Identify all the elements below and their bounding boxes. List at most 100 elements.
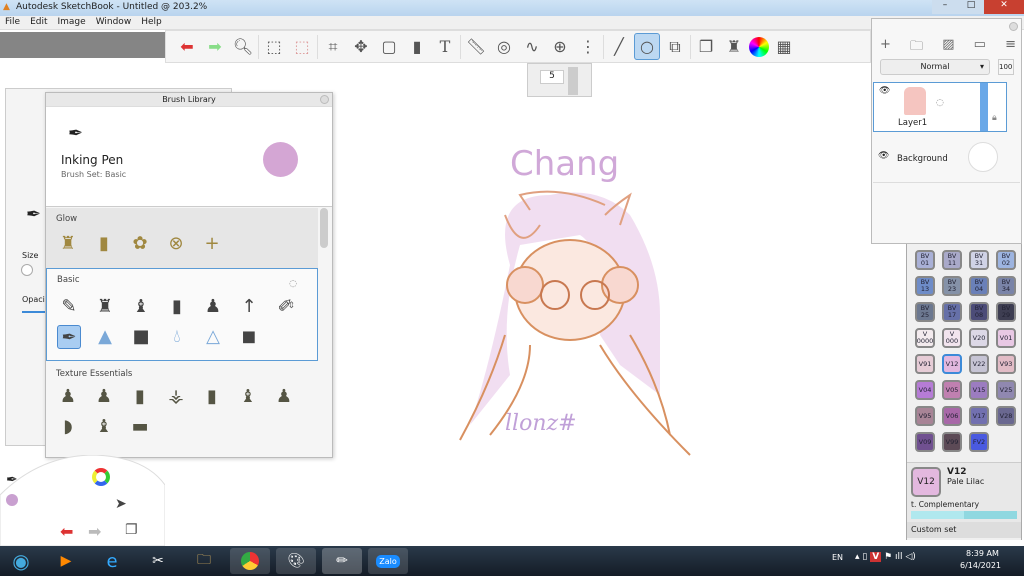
menu-file[interactable]: File [0,16,25,28]
brush-icon[interactable]: ✒ [6,472,18,488]
canvas-drawing[interactable]: Chang llonz# [430,135,720,465]
layer-row-background[interactable]: 👁︎ Background [873,137,1020,183]
copy-icon[interactable]: ❐ [693,33,719,60]
ellipse-guide-icon[interactable]: ◎ [491,33,517,60]
color-swatch[interactable]: V22 [969,354,989,374]
chrome-icon[interactable] [230,548,270,574]
color-icon[interactable] [6,494,18,506]
brush-icon[interactable]: ✎ [57,295,81,319]
color-swatch[interactable]: V05 [942,380,962,400]
inking-pen-brush-selected[interactable]: ✒ [57,325,81,349]
brush-icon[interactable]: ◼ [237,325,261,349]
perspective-icon[interactable]: ⊕ [547,33,573,60]
paint-icon[interactable]: 🎨︎ [276,548,316,574]
color-swatch[interactable]: V93 [996,354,1016,374]
color-wheel-icon[interactable] [92,468,110,486]
brush-icon[interactable]: ▮ [92,232,116,256]
brush-icon[interactable]: ⚶ [164,385,188,409]
brush-icon[interactable]: ✐ [273,295,297,319]
redo-icon[interactable]: ➡ [88,522,101,541]
media-player-icon[interactable]: ▶ [46,548,86,574]
color-swatch[interactable]: BV 34 [996,276,1016,296]
brush-icon[interactable]: ▮ [128,385,152,409]
select-icon[interactable]: ⬚ [261,33,287,60]
minimize-button[interactable]: – [932,0,958,14]
palette-icon[interactable]: ▦ [771,33,797,60]
blend-mode-dropdown[interactable]: Normal ▾ [880,59,990,75]
brush-icon[interactable]: ⊗ [164,232,188,256]
brush-icon[interactable]: ✿ [128,232,152,256]
merge-icon[interactable]: ▭ [974,37,986,59]
color-swatch[interactable]: V15 [969,380,989,400]
color-swatch[interactable]: V17 [969,406,989,426]
copy-icon[interactable]: ❐ [125,522,138,538]
brush-icon[interactable]: ♜ [93,295,117,319]
select-arrow-icon[interactable]: ➤ [115,496,127,512]
brush-size-indicator[interactable]: 5 [527,63,592,97]
color-swatch[interactable]: V 000 [942,328,962,348]
folder-icon[interactable]: 🗀 [910,37,923,59]
scrollbar[interactable] [320,208,328,248]
color-swatch[interactable]: V12 [942,354,962,374]
undo-icon[interactable]: ⬅ [60,522,73,541]
layer-row-layer1[interactable]: 👁︎ ◌ Layer1 🔒︎ [873,82,1007,132]
fill-icon[interactable]: ▮ [404,33,430,60]
brush-icon[interactable]: ♝ [92,415,116,439]
color-swatch[interactable]: BV 04 [969,276,989,296]
color-swatch[interactable]: BV 25 [915,302,935,322]
color-swatch[interactable]: BV 13 [915,276,935,296]
brush-icon[interactable]: ◗ [56,415,80,439]
brush-icon[interactable]: ↑ [237,295,261,319]
color-swatch[interactable]: BV 31 [969,250,989,270]
color-swatch[interactable]: BV 29 [996,302,1016,322]
color-swatch[interactable]: BV 11 [942,250,962,270]
distort-icon[interactable]: ▢ [376,33,402,60]
language-indicator[interactable]: EN [832,553,843,562]
menu-edit[interactable]: Edit [25,16,52,28]
color-swatch[interactable]: V01 [996,328,1016,348]
transform-select-icon[interactable]: ⬚ [289,33,315,60]
layer-opacity-bar[interactable] [980,83,988,131]
close-button[interactable]: ✕ [984,0,1024,14]
stroke-icon[interactable]: ╱ [606,33,632,60]
color-swatch[interactable]: BV 01 [915,250,935,270]
brush-icon[interactable]: ▮ [165,295,189,319]
brush-icon[interactable]: ▬ [128,415,152,439]
brush-icon[interactable]: △ [201,325,225,349]
color-swatch[interactable]: FV2 [969,432,989,452]
sketchbook-icon[interactable]: ✏ [322,548,362,574]
clock-time[interactable]: 8:39 AM [966,549,999,558]
color-swatch[interactable]: BV 02 [996,250,1016,270]
eraser-icon[interactable]: ■ [129,325,153,349]
color-swatch[interactable]: V04 [915,380,935,400]
color-swatch[interactable]: V20 [969,328,989,348]
start-button[interactable]: ◉ [2,548,40,574]
brush-icon[interactable]: ♟ [92,385,116,409]
curve-icon[interactable]: ∿ [519,33,545,60]
custom-set-header[interactable]: Custom set [907,522,1021,538]
add-layer-icon[interactable]: + [880,37,891,59]
color-swatch[interactable]: V99 [942,432,962,452]
brush-icon[interactable]: ♜ [56,232,80,256]
color-swatch[interactable]: V09 [915,432,935,452]
complementary-bar[interactable] [911,511,1017,519]
ruler-icon[interactable]: 📏︎ [463,33,489,60]
menu-icon[interactable]: ≡ [1005,37,1016,59]
clock-date[interactable]: 6/14/2021 [960,561,1001,570]
color-swatch[interactable]: V 0000 [915,328,935,348]
snipping-tool-icon[interactable]: ✂ [138,548,178,574]
brush-icon[interactable]: ♟ [56,385,80,409]
menu-image[interactable]: Image [53,16,91,28]
text-icon[interactable]: T [432,33,458,60]
selected-color-swatch[interactable]: V12 [911,467,941,497]
color-swatch[interactable]: BV 08 [969,302,989,322]
menu-window[interactable]: Window [91,16,137,28]
color-swatch[interactable]: V91 [915,354,935,374]
lock-icon[interactable]: 🔒︎ [992,113,997,123]
size-slider[interactable] [21,264,33,276]
color-wheel-icon[interactable] [749,36,769,57]
color-swatch[interactable]: V28 [996,406,1016,426]
background-color[interactable] [968,142,998,172]
brush-icon[interactable]: ♟ [201,295,225,319]
move-icon[interactable]: ✥ [348,33,374,60]
